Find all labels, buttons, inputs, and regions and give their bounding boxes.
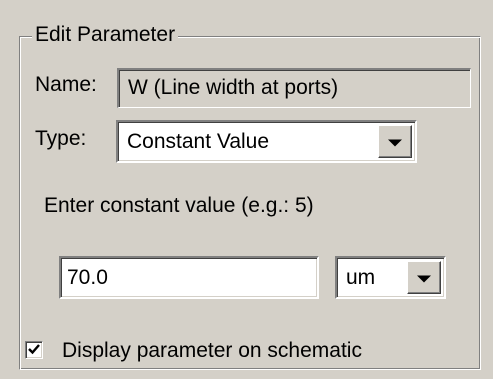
units-dropdown-button[interactable] [407, 261, 441, 294]
display-on-schematic-checkbox[interactable] [25, 341, 43, 359]
type-select[interactable]: Constant Value [116, 120, 417, 163]
type-dropdown-button[interactable] [378, 125, 412, 158]
constant-value-prompt: Enter constant value (e.g.: 5) [44, 194, 314, 217]
constant-value-input[interactable] [59, 256, 319, 299]
type-label: Type: [35, 127, 87, 150]
units-select[interactable]: um [335, 256, 446, 299]
display-on-schematic-label[interactable]: Display parameter on schematic [62, 338, 362, 364]
name-field: W (Line width at ports) [117, 68, 471, 108]
type-select-value: Constant Value [127, 130, 270, 153]
units-select-value: um [346, 266, 376, 289]
edit-parameter-panel: Edit Parameter Name: W (Line width at po… [0, 0, 493, 379]
name-label: Name: [35, 73, 97, 96]
chevron-down-icon [417, 275, 431, 283]
checkmark-icon [28, 344, 40, 355]
chevron-down-icon [388, 139, 402, 147]
groupbox-title: Edit Parameter [32, 22, 179, 48]
